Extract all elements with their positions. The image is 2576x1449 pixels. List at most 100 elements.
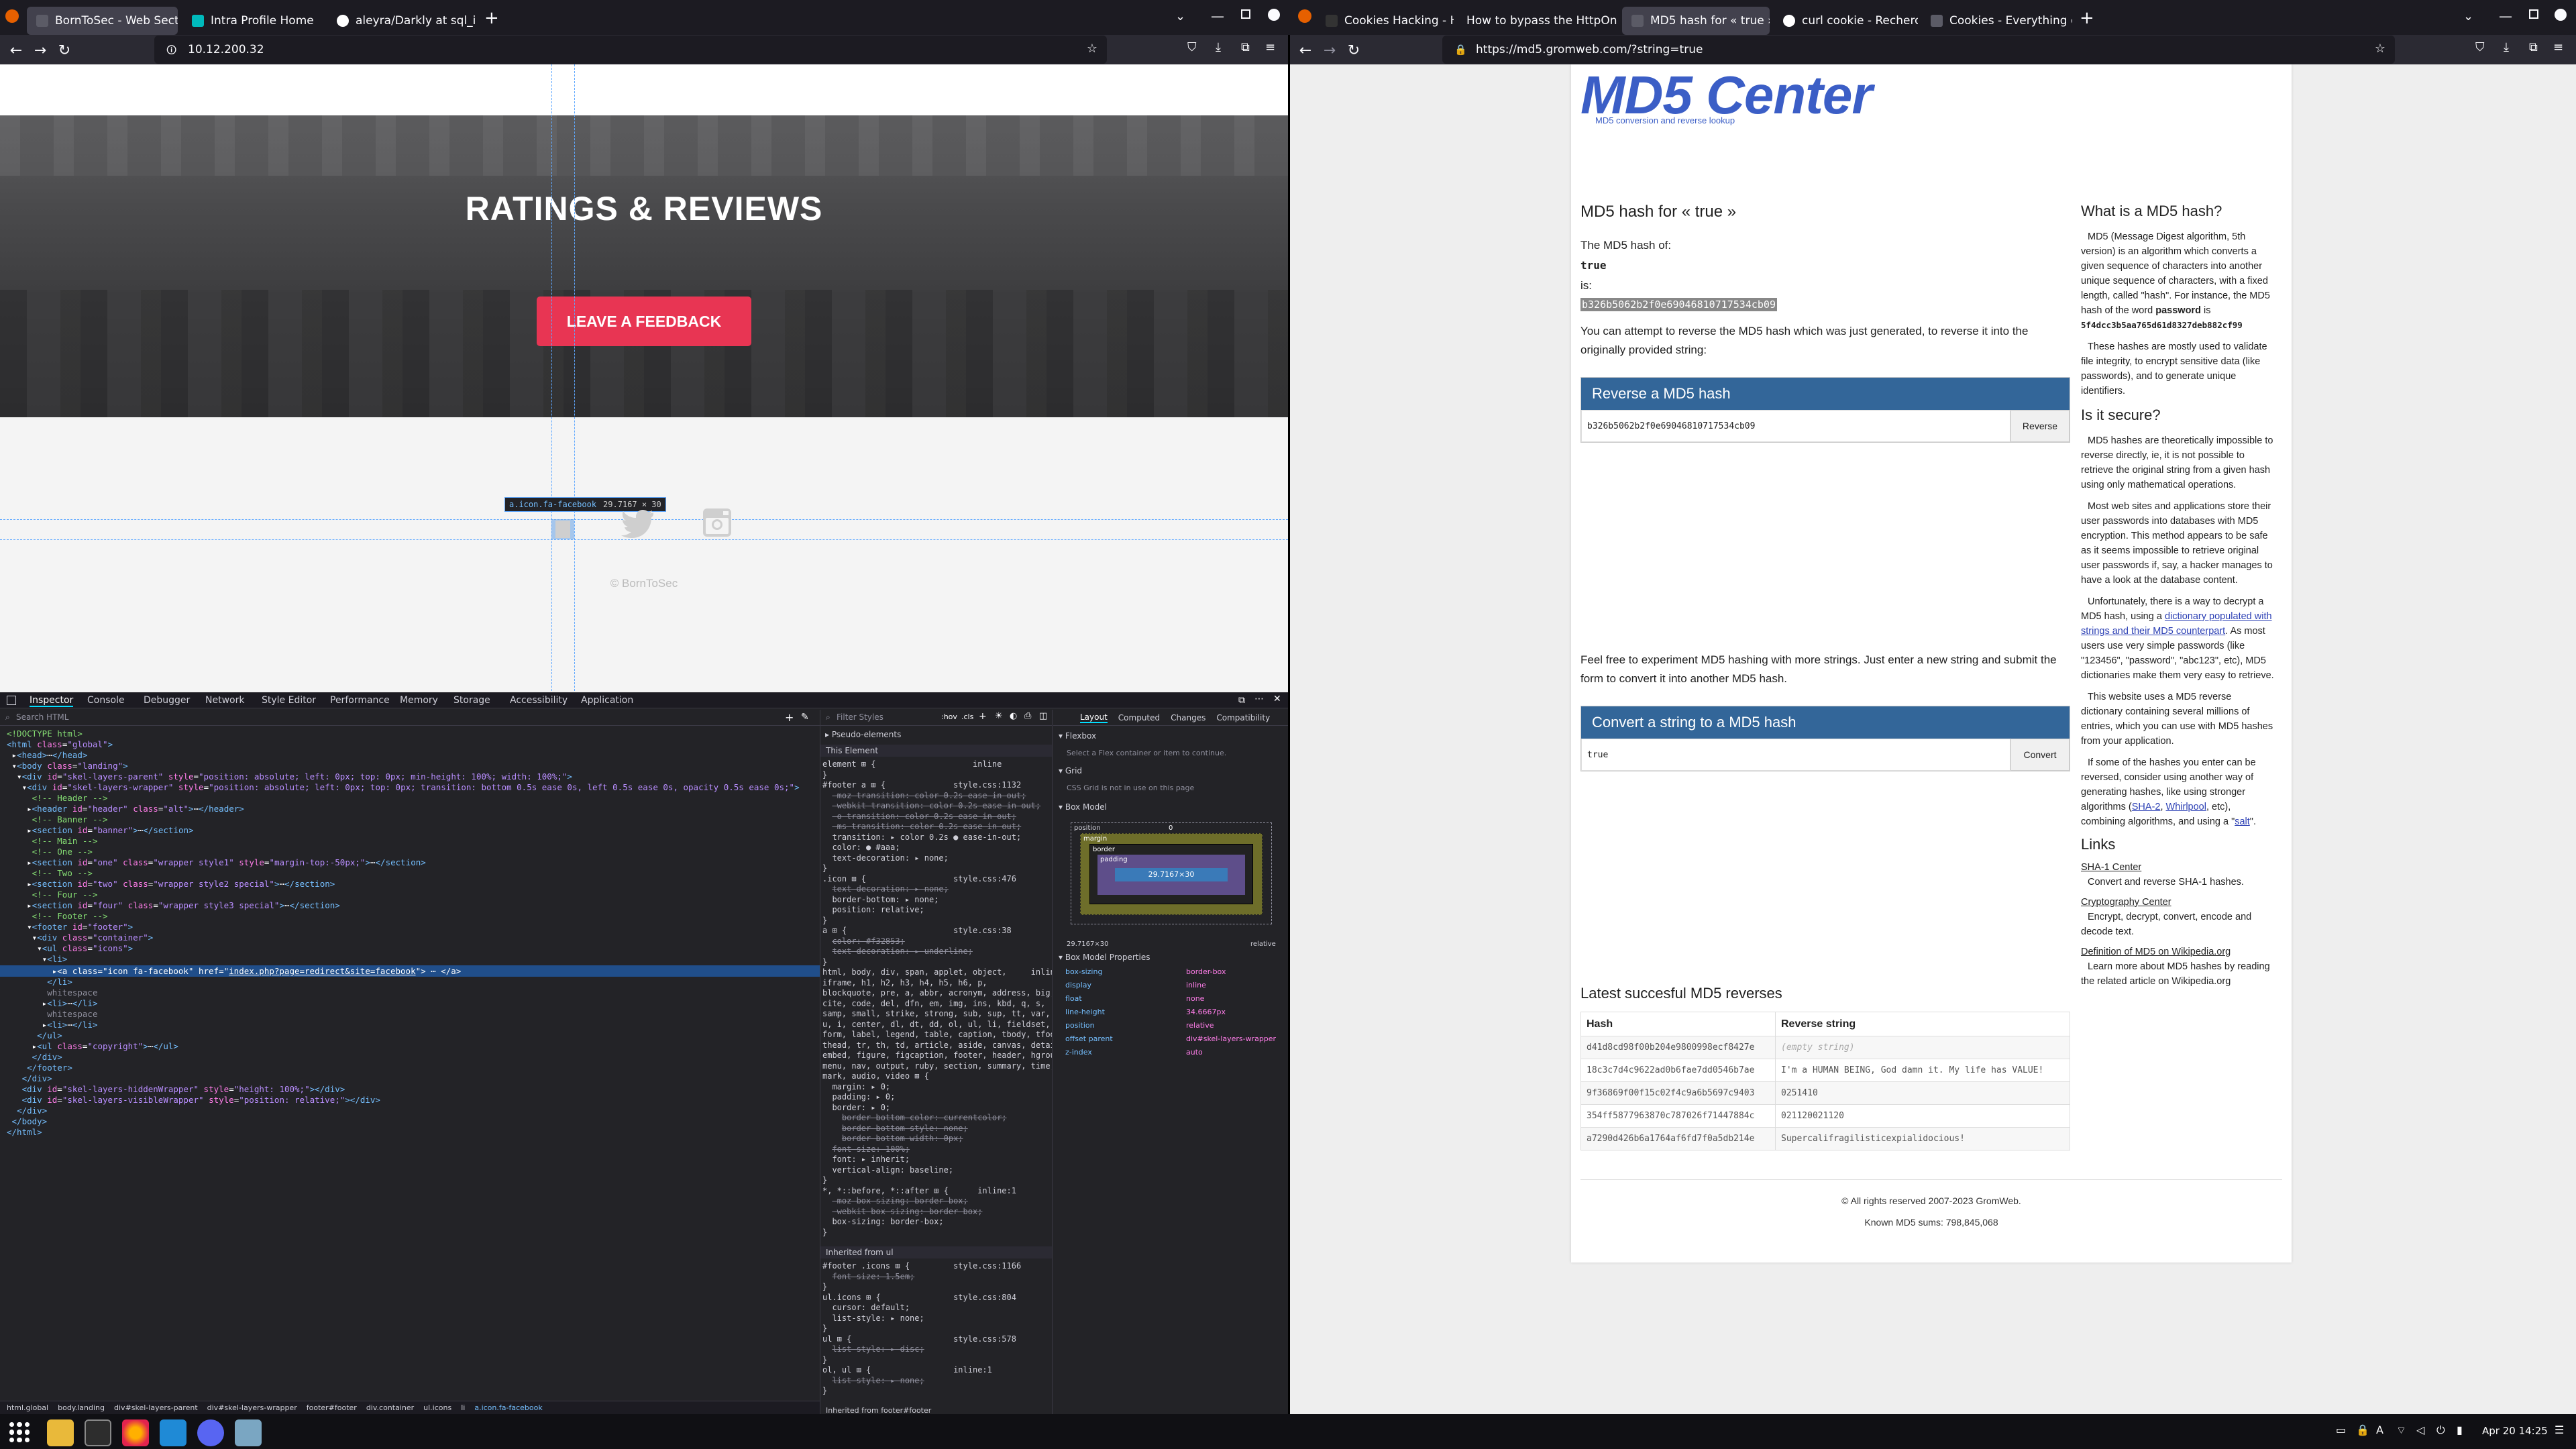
filter-styles-input[interactable]: Filter Styles (837, 712, 883, 722)
table-row[interactable]: 9f36869f00f15c02f4c9a6b5697c9403 0251410 (1580, 1081, 2070, 1105)
print-icon[interactable]: ⎙ (1024, 711, 1031, 721)
tab-computed[interactable]: Computed (1118, 713, 1160, 722)
maximize-icon[interactable] (1241, 9, 1250, 19)
reverse-input[interactable]: b326b5062b2f0e69046810717534cb09 (1581, 410, 2010, 442)
page-info-icon[interactable]: 🛈 (166, 44, 176, 60)
convert-button[interactable]: Convert (2010, 739, 2070, 771)
html-tree-tail[interactable]: </li> whitespace ▸<li>⋯</li> whitespace … (7, 977, 820, 1138)
box-model-header[interactable]: ▾ Box Model (1059, 802, 1107, 812)
tab-md5[interactable]: MD5 hash for « true » ✕ (1622, 7, 1770, 35)
breadcrumb-item[interactable]: footer#footer (307, 1403, 357, 1412)
breadcrumb-item[interactable]: div#skel-layers-wrapper (207, 1403, 297, 1412)
bookmark-star-icon[interactable]: ☆ (1087, 42, 1097, 56)
breadcrumb-item[interactable]: a.icon.fa-facebook (474, 1403, 542, 1412)
selected-node[interactable]: ▸<a class="icon fa-facebook" href="index… (7, 966, 820, 977)
light-mode-icon[interactable]: ☀ (995, 711, 1003, 721)
bookmark-star-icon[interactable]: ☆ (2375, 42, 2385, 56)
close-window-icon[interactable] (1268, 9, 1280, 21)
back-icon[interactable]: ← (7, 42, 25, 60)
right-url-bar[interactable]: 🔒 https://md5.gromweb.com/?string=true ☆ (1442, 36, 2395, 64)
firefox-icon[interactable] (122, 1419, 149, 1446)
wikipedia-link[interactable]: Definition of MD5 on Wikipedia.org (2081, 945, 2275, 959)
new-tab-button[interactable]: + (2080, 8, 2094, 28)
tab-style-editor[interactable]: Style Editor (262, 695, 316, 706)
keyboard-layout[interactable]: A (2376, 1424, 2383, 1436)
add-node-icon[interactable]: + (785, 711, 794, 724)
sha1-center-link[interactable]: SHA-1 Center (2081, 860, 2275, 875)
minimize-icon[interactable]: — (2499, 8, 2512, 24)
terminal-icon[interactable] (85, 1419, 111, 1446)
screen-icon[interactable]: ▭ (2336, 1424, 2346, 1436)
pocket-icon[interactable]: ⛉ (2475, 40, 2485, 54)
hash-cell[interactable]: 354ff5877963870c787026f71447884c (1580, 1104, 1776, 1128)
table-row[interactable]: d41d8cd98f00b204e9800998ecf8427e (empty s… (1580, 1036, 2070, 1059)
clock[interactable]: Apr 20 14:25 (2482, 1425, 2548, 1437)
reverse-button[interactable]: Reverse (2010, 410, 2070, 442)
downloads-icon[interactable]: ⤓ (2504, 40, 2509, 54)
files-icon[interactable] (47, 1419, 74, 1446)
tab-memory[interactable]: Memory (400, 695, 438, 706)
volume-icon[interactable]: ◁ (2416, 1424, 2424, 1436)
tab-inspector[interactable]: Inspector (30, 695, 74, 707)
tab-github-darkly[interactable]: aleyra/Darkly at sql_inje ✕ (327, 7, 475, 35)
convert-input[interactable]: true (1581, 739, 2010, 771)
flexbox-header[interactable]: ▾ Flexbox (1059, 731, 1096, 741)
breadcrumb-item[interactable]: ul.icons (423, 1403, 451, 1412)
eyedropper-icon[interactable]: ✎ (801, 712, 809, 722)
forward-icon[interactable]: → (1320, 42, 1339, 60)
tab-console[interactable]: Console (87, 695, 125, 706)
twitter-icon[interactable] (621, 508, 655, 538)
tab-network[interactable]: Network (205, 695, 244, 706)
add-rule-icon[interactable]: + (979, 711, 987, 722)
breadcrumb-item[interactable]: div.container (366, 1403, 414, 1412)
lock-icon[interactable]: 🔒 (2356, 1424, 2369, 1436)
cls-toggle[interactable]: .cls (961, 712, 973, 721)
maximize-icon[interactable] (2529, 9, 2538, 19)
close-devtools-icon[interactable]: ✕ (1273, 694, 1281, 704)
breadcrumb-item[interactable]: div#skel-layers-parent (114, 1403, 198, 1412)
new-tab-button[interactable]: + (484, 8, 499, 28)
back-icon[interactable]: ← (1296, 42, 1315, 60)
downloads-icon[interactable]: ⤓ (1216, 40, 1221, 54)
whirlpool-link[interactable]: Whirlpool (2166, 802, 2206, 812)
sha2-link[interactable]: SHA-2 (2132, 802, 2161, 812)
pseudo-elements-header[interactable]: ▸ Pseudo-elements (825, 730, 1046, 739)
menu-icon[interactable]: ≡ (1265, 40, 1275, 54)
box-props-header[interactable]: ▾ Box Model Properties (1059, 953, 1150, 962)
instagram-icon[interactable] (702, 507, 733, 538)
tab-borntosec[interactable]: BornToSec - Web Section ✕ (27, 7, 178, 35)
tab-cookies-hacking[interactable]: Cookies Hacking - HackT (1316, 7, 1454, 35)
tab-compatibility[interactable]: Compatibility (1216, 713, 1270, 722)
menu-icon[interactable]: ≡ (2553, 40, 2563, 54)
leave-feedback-button[interactable]: LEAVE A FEEDBACK (537, 297, 751, 346)
dock-icon[interactable]: ⧉ (1238, 695, 1245, 706)
list-tabs-icon[interactable]: ⌄ (2463, 9, 2473, 23)
reload-icon[interactable]: ↻ (55, 42, 74, 60)
extensions-icon[interactable]: ⧉ (1241, 40, 1250, 54)
crypto-center-link[interactable]: Cryptography Center (2081, 895, 2275, 910)
extensions-icon[interactable]: ⧉ (2529, 40, 2538, 54)
css-inherited-rules[interactable]: #footer .icons ⊞ { style.css:1166 font-s… (822, 1261, 1052, 1399)
forward-icon[interactable]: → (31, 42, 50, 60)
tab-intra-profile[interactable]: Intra Profile Home (182, 7, 323, 35)
tab-curl-cookie[interactable]: curl cookie - Recherche G (1774, 7, 1918, 35)
lock-icon[interactable]: 🔒 (1454, 44, 1467, 56)
hov-toggle[interactable]: :hov (941, 712, 957, 721)
close-window-icon[interactable] (2555, 9, 2567, 21)
hash-cell[interactable]: 18c3c7d4c9622ad0b6fae7dd0546b7ae (1580, 1059, 1776, 1082)
firefox-view-icon[interactable] (1298, 9, 1311, 23)
table-row[interactable]: 18c3c7d4c9622ad0b6fae7dd0546b7ae I'm a HU… (1580, 1059, 2070, 1082)
minimize-icon[interactable]: — (1211, 8, 1224, 24)
wifi-icon[interactable]: ⌔ (2396, 1424, 2406, 1437)
firefox-view-icon[interactable] (5, 9, 19, 23)
table-row[interactable]: a7290d426b6a1764af6fd7f0a5db214e Supercal… (1580, 1127, 2070, 1150)
sidebar-toggle-icon[interactable]: ◫ (1039, 711, 1047, 721)
html-search-input[interactable]: Search HTML (16, 712, 68, 722)
left-url-bar[interactable]: 🛈 10.12.200.32 ☆ (154, 36, 1107, 64)
battery-icon[interactable]: ▮ (2457, 1424, 2463, 1436)
hash-cell[interactable]: a7290d426b6a1764af6fd7f0a5db214e (1580, 1127, 1776, 1150)
table-row[interactable]: 354ff5877963870c787026f71447884c 02112002… (1580, 1104, 2070, 1128)
list-tabs-icon[interactable]: ⌄ (1175, 9, 1185, 23)
breadcrumb-item[interactable]: li (461, 1403, 465, 1412)
hash-cell[interactable]: d41d8cd98f00b204e9800998ecf8427e (1580, 1036, 1776, 1059)
